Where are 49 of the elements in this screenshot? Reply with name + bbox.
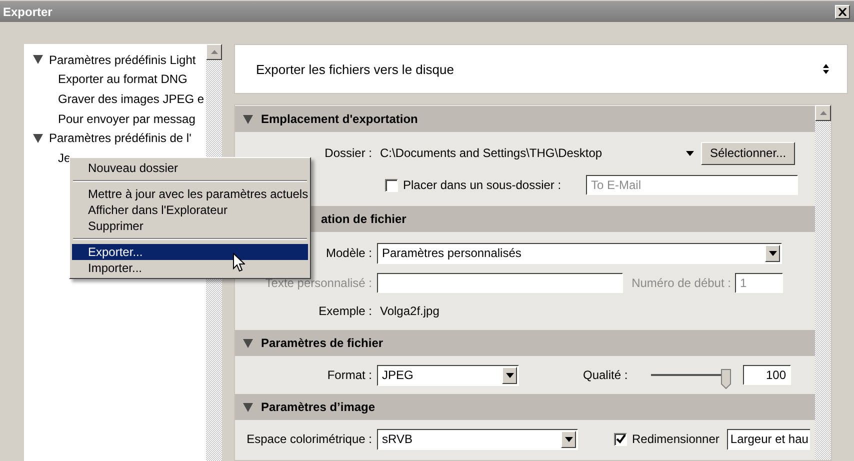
menu-item[interactable]: Exporter...: [72, 244, 308, 260]
scroll-up-icon[interactable]: [206, 44, 222, 60]
checkbox-label: Placer dans un sous-dossier :: [403, 178, 562, 192]
field-label: Numéro de début :: [630, 276, 732, 290]
checkbox[interactable]: [385, 178, 398, 192]
close-button[interactable]: [835, 4, 850, 18]
checkbox[interactable]: [614, 432, 627, 446]
preset-item[interactable]: Graver des images JPEG e: [58, 92, 204, 106]
section-header[interactable]: Paramètres de fichier: [235, 330, 815, 356]
collapse-icon[interactable]: [243, 114, 253, 124]
preset-folder[interactable]: Paramètres prédéfinis de l': [49, 131, 192, 146]
checkbox-label: Redimensionner: [632, 432, 720, 446]
resize-dropdown[interactable]: Largeur et hau: [727, 428, 810, 450]
preset-item[interactable]: Pour envoyer par messag: [58, 112, 196, 126]
scroll-up-icon[interactable]: [815, 105, 831, 121]
field-label: Dossier :: [324, 146, 372, 160]
section-header[interactable]: Paramètres d’image: [235, 394, 815, 420]
field-label: Espace colorimétrique :: [246, 432, 372, 446]
stepper-icon: [823, 64, 829, 74]
folder-path: C:\Documents and Settings\THG\Desktop: [379, 146, 604, 160]
field-label: Texte personnalisé :: [265, 276, 372, 290]
section-header[interactable]: Emplacement d'exportation: [235, 106, 815, 132]
custom-text-field[interactable]: [377, 273, 623, 293]
destination-dropdown[interactable]: Exporter les fichiers vers le disque: [234, 44, 848, 94]
menu-item[interactable]: Mettre à jour avec les paramètres actuels: [72, 186, 308, 202]
example-filename: Volga2f.jpg: [379, 304, 440, 318]
preset-folder[interactable]: Paramètres prédéfinis Light: [49, 52, 196, 67]
collapse-icon[interactable]: [33, 55, 43, 64]
select-button[interactable]: Sélectionner...: [701, 142, 796, 164]
preset-item[interactable]: Exporter au format DNG: [58, 72, 188, 86]
scrollbar[interactable]: [815, 105, 831, 460]
collapse-icon[interactable]: [243, 402, 253, 412]
field-label: Exemple :: [318, 304, 372, 318]
collapse-icon[interactable]: [33, 134, 43, 143]
cursor-icon: [233, 253, 245, 272]
template-dropdown[interactable]: Paramètres personnalisés: [377, 242, 782, 264]
window-title: Exporter: [3, 4, 52, 18]
menu-item[interactable]: Importer...: [72, 260, 308, 276]
quality-slider[interactable]: [651, 369, 731, 389]
quality-field[interactable]: 100: [743, 365, 791, 385]
collapse-icon[interactable]: [243, 338, 253, 348]
menu-item[interactable]: Nouveau dossier: [72, 160, 308, 176]
slider-thumb[interactable]: [721, 369, 731, 389]
format-dropdown[interactable]: JPEG: [377, 364, 519, 386]
field-label: Format :: [327, 368, 372, 382]
field-label: Qualité :: [583, 368, 629, 382]
field-label: Modèle :: [326, 246, 372, 260]
color-space-dropdown[interactable]: sRVB: [377, 428, 578, 450]
close-icon[interactable]: [838, 8, 847, 16]
